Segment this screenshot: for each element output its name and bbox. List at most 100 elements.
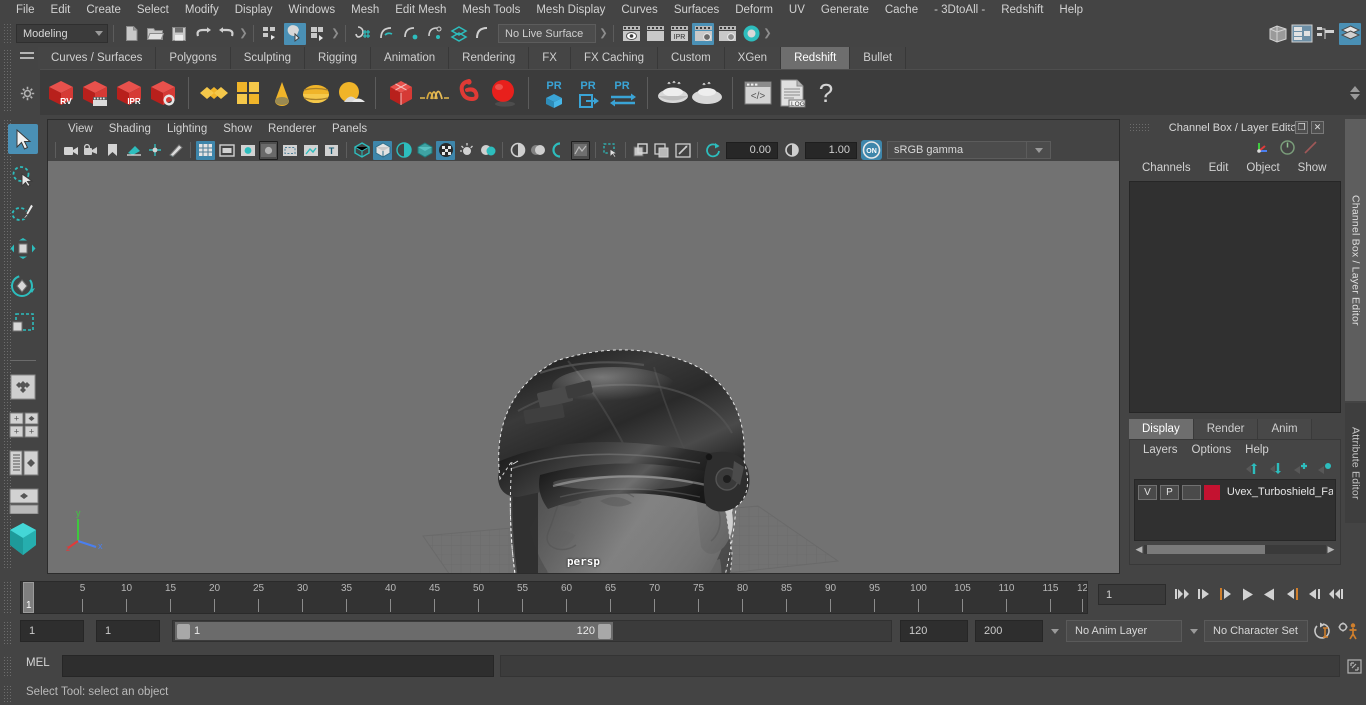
new-scene-icon[interactable] [120,23,142,45]
current-frame-field[interactable]: 1 [1098,584,1166,605]
menu-uv[interactable]: UV [781,0,813,20]
shelf-button-redshift-proxy-import[interactable]: PR [605,72,639,114]
layer-list[interactable]: V P Uvex_Turboshield_Fac [1134,479,1336,541]
vertical-tab-channel-box[interactable]: Channel Box / Layer Editor [1345,119,1366,401]
texture-display-icon[interactable] [436,140,455,160]
shelf-scroll-up-icon[interactable] [1350,85,1360,92]
render-current-frame-icon[interactable] [620,23,642,45]
vertical-tab-attribute-editor[interactable]: Attribute Editor [1345,403,1366,523]
playback-end-time-field[interactable]: 120 [900,620,968,642]
play-forwards-icon[interactable] [1260,582,1279,606]
scrollbar-thumb[interactable] [1147,545,1266,554]
layer-tab-render[interactable]: Render [1193,419,1259,439]
move-layer-up-icon[interactable] [1245,462,1260,475]
shelf-button-redshift-proxy-create[interactable]: PR [537,72,571,114]
layer-menu-options[interactable]: Options [1185,440,1239,460]
go-to-start-icon[interactable] [1172,582,1191,606]
snap-to-projected-center-icon[interactable] [424,23,446,45]
bookmark-icon[interactable] [103,141,122,160]
open-outliner-icon[interactable] [1267,23,1289,45]
layer-horizontal-scrollbar[interactable]: ◀ ▶ [1134,543,1336,556]
layer-visibility-toggle[interactable]: V [1138,484,1157,500]
layer-tab-display[interactable]: Display [1129,419,1194,439]
status-expand-arrow-4[interactable]: ❯ [763,23,772,45]
gamma-reset-icon[interactable] [782,141,801,160]
select-by-hierarchy-icon[interactable] [260,23,282,45]
shelf-button-redshift-proxy-cube[interactable] [384,72,418,114]
shelf-button-redshift-bokeh-a[interactable] [656,72,690,114]
save-scene-icon[interactable] [168,23,190,45]
status-expand-arrow-3[interactable]: ❯ [599,23,608,45]
panel-close-icon[interactable]: ✕ [1311,121,1324,134]
channel-menu-edit[interactable]: Edit [1200,157,1238,179]
shelf-tab-xgen[interactable]: XGen [724,47,782,69]
menu-cache[interactable]: Cache [877,0,926,20]
menu-3dtoall[interactable]: - 3DtoAll - [926,0,993,20]
snap-to-view-plane-icon[interactable] [448,23,470,45]
step-forward-frame-icon[interactable] [1282,582,1301,606]
shelf-tab-curves-surfaces[interactable]: Curves / Surfaces [38,47,157,69]
text-display-icon[interactable]: T [322,141,341,160]
shelf-tab-rigging[interactable]: Rigging [305,47,372,69]
auto-keyframe-toggle-icon[interactable] [1312,621,1334,641]
animation-preferences-icon[interactable] [1336,621,1360,641]
menu-generate[interactable]: Generate [813,0,877,20]
layer-playback-toggle[interactable]: P [1159,484,1179,500]
camera-attributes-icon[interactable] [82,141,101,160]
shelf-button-redshift-help[interactable]: ? [809,72,843,114]
exposure-reset-icon[interactable] [703,141,722,160]
anim-end-time-field[interactable]: 200 [975,620,1043,642]
new-layer-from-selected-icon[interactable] [1317,462,1332,475]
xray-display-icon[interactable] [301,141,320,160]
status-expand-arrow-2[interactable]: ❯ [331,23,340,45]
command-language-label[interactable]: MEL [26,657,50,669]
scrollbar-track[interactable] [1144,545,1326,554]
step-back-frame-icon[interactable] [1216,582,1235,606]
manipulator-axes-icon[interactable] [1256,140,1272,154]
step-back-keyframe-icon[interactable] [1194,582,1213,606]
script-editor-icon[interactable] [1344,655,1364,677]
layer-tab-anim[interactable]: Anim [1258,419,1312,439]
render-sequence-icon[interactable] [716,23,738,45]
gate-mask-icon[interactable] [259,140,278,160]
shelf-button-redshift-bokeh-b[interactable] [690,72,724,114]
layout-persp-single[interactable] [8,486,40,516]
screen-space-ao-icon[interactable] [508,141,527,160]
show-selection-highlight-icon[interactable] [631,141,650,160]
open-node-editor-icon[interactable] [1315,23,1337,45]
open-scene-icon[interactable] [144,23,166,45]
panel-restore-icon[interactable]: ❐ [1295,121,1308,134]
layer-name[interactable]: Uvex_Turboshield_Fac [1227,486,1333,498]
hypershade-icon[interactable] [740,23,762,45]
shelf-button-redshift-script-editor[interactable]: </> [741,72,775,114]
layout-outliner-persp[interactable] [8,448,40,478]
open-layer-editor-icon[interactable] [1339,22,1361,45]
tool-lasso-select[interactable] [8,161,38,191]
select-by-component-type-icon[interactable] [308,23,330,45]
menu-windows[interactable]: Windows [280,0,343,20]
channel-menu-object[interactable]: Object [1237,157,1288,179]
menu-edit[interactable]: Edit [43,0,79,20]
shaded-wireframe-icon[interactable] [394,141,413,160]
shelf-button-redshift-hair[interactable] [418,72,452,114]
layer-row[interactable]: V P Uvex_Turboshield_Fac [1138,483,1333,501]
shelf-button-redshift-render-sequence[interactable] [78,72,112,114]
layer-color-swatch[interactable] [1203,484,1220,500]
viewport-menu-view[interactable]: View [60,120,101,139]
speed-dial-icon[interactable] [1280,139,1295,155]
viewport-menu-show[interactable]: Show [215,120,260,139]
shelf-button-redshift-volume[interactable] [452,72,486,114]
range-right-handle[interactable] [598,623,611,639]
character-set-dropdown-arrow[interactable] [1186,620,1202,642]
move-layer-down-icon[interactable] [1269,462,1284,475]
grease-pencil-icon[interactable] [166,141,185,160]
time-slider-track[interactable]: 1 5 10 15 20 25 30 35 40 45 50 55 60 65 … [20,581,1088,614]
range-slider-grip[interactable] [3,621,11,645]
shelf-button-redshift-ies-light[interactable] [265,72,299,114]
scroll-right-icon[interactable]: ▶ [1326,544,1336,555]
shadows-icon[interactable] [478,141,497,160]
gamma-field[interactable]: 1.00 [805,141,857,159]
motion-blur-icon[interactable] [529,141,548,160]
channel-menu-channels[interactable]: Channels [1133,157,1200,179]
menu-file[interactable]: File [8,0,43,20]
